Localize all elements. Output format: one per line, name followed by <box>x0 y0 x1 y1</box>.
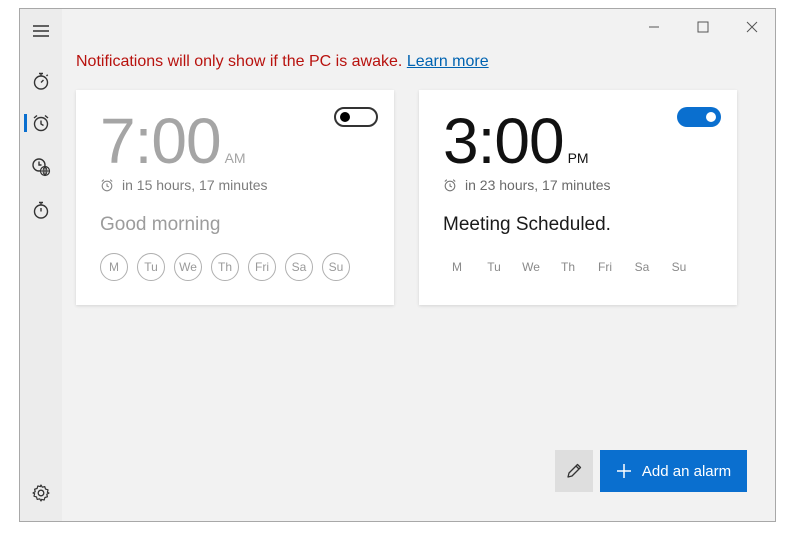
day-wednesday: We <box>174 253 202 281</box>
day-tuesday: Tu <box>137 253 165 281</box>
notice-text: Notifications will only show if the PC i… <box>76 53 403 70</box>
alarm-remaining-text: in 15 hours, 17 minutes <box>122 177 268 193</box>
sidebar-item-settings[interactable] <box>20 475 62 511</box>
day-saturday: Sa <box>634 260 650 274</box>
add-alarm-label: Add an alarm <box>641 462 732 480</box>
alarm-time: 3:00 <box>443 105 565 177</box>
awake-notice: Notifications will only show if the PC i… <box>76 53 489 71</box>
hamburger-menu-icon <box>33 25 49 37</box>
plus-icon <box>616 464 631 478</box>
alarm-card[interactable]: 3:00 PM in 23 hours, 17 minutes Meeting S… <box>419 90 737 305</box>
alarm-remaining: in 23 hours, 17 minutes <box>443 177 611 193</box>
pencil-icon <box>567 463 582 478</box>
alarm-ampm: PM <box>567 150 589 166</box>
hamburger-menu-button[interactable] <box>20 13 62 49</box>
alarm-ampm: AM <box>224 150 246 166</box>
stopwatch-icon <box>33 201 49 219</box>
sidebar-item-stopwatch[interactable] <box>20 192 62 228</box>
alarm-time-row: 7:00 AM <box>100 102 246 180</box>
alarm-days: M Tu We Th Fri Sa Su <box>443 253 702 281</box>
day-tuesday: Tu <box>487 260 501 274</box>
alarm-remaining: in 15 hours, 17 minutes <box>100 177 268 193</box>
close-button[interactable] <box>736 15 768 39</box>
toggle-knob <box>706 112 716 122</box>
alarm-label: Good morning <box>100 214 221 235</box>
edit-alarms-button[interactable] <box>555 450 593 492</box>
day-friday: Fri <box>248 253 276 281</box>
alarm-toggle[interactable] <box>334 107 378 127</box>
alarm-clock-icon <box>33 114 49 132</box>
sidebar <box>20 9 62 521</box>
day-friday: Fri <box>598 260 612 274</box>
day-sunday: Su <box>322 253 350 281</box>
small-alarm-icon <box>444 179 456 192</box>
alarm-time-row: 3:00 PM <box>443 102 589 180</box>
minimize-icon <box>649 26 659 28</box>
alarm-toggle[interactable] <box>677 107 721 127</box>
toggle-knob <box>340 112 350 122</box>
alarm-label: Meeting Scheduled. <box>443 214 611 235</box>
day-wednesday: We <box>522 260 540 274</box>
sidebar-item-alarm[interactable] <box>20 105 62 141</box>
alarm-time: 7:00 <box>100 105 222 177</box>
alarm-remaining-text: in 23 hours, 17 minutes <box>465 177 611 193</box>
world-clock-icon <box>32 158 51 177</box>
sidebar-item-world-clock[interactable] <box>20 149 62 185</box>
day-monday: M <box>452 260 462 274</box>
close-icon <box>746 21 758 33</box>
day-thursday: Th <box>560 260 575 274</box>
timer-icon <box>33 72 49 90</box>
maximize-icon <box>697 21 709 33</box>
day-sunday: Su <box>671 260 687 274</box>
day-thursday: Th <box>211 253 239 281</box>
small-alarm-icon <box>101 179 113 192</box>
day-monday: M <box>100 253 128 281</box>
settings-gear-icon <box>32 484 50 502</box>
add-alarm-button[interactable]: Add an alarm <box>600 450 747 492</box>
maximize-button[interactable] <box>687 15 719 39</box>
sidebar-item-timer[interactable] <box>20 63 62 99</box>
alarms-and-clock-window: Notifications will only show if the PC i… <box>19 8 776 522</box>
minimize-button[interactable] <box>638 15 670 39</box>
learn-more-link[interactable]: Learn more <box>407 53 489 70</box>
day-saturday: Sa <box>285 253 313 281</box>
alarm-days: M Tu We Th Fri Sa Su <box>100 253 359 281</box>
alarm-card[interactable]: 7:00 AM in 15 hours, 17 minutes Good morn… <box>76 90 394 305</box>
